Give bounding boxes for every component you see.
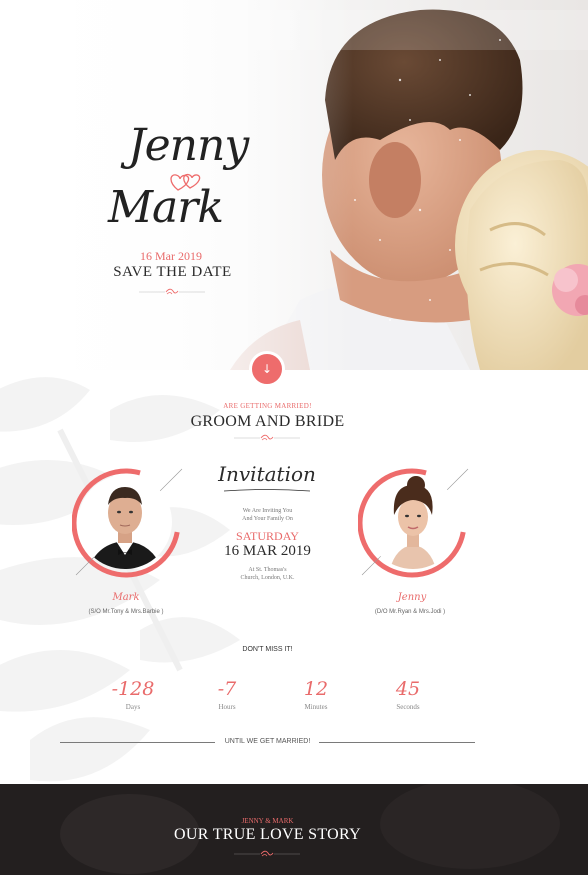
flourish-divider-icon xyxy=(234,434,300,441)
top-nav-bar xyxy=(0,10,588,50)
groom-portrait xyxy=(72,465,184,583)
flourish-divider-icon xyxy=(139,288,205,295)
countdown-days: -128 Days xyxy=(103,678,163,711)
countdown-value: -128 xyxy=(111,678,155,700)
hero-name-2: Mark xyxy=(108,182,224,233)
couple-kicker: ARE GETTING MARRIED! xyxy=(223,402,312,410)
flourish-divider-icon xyxy=(234,850,300,857)
bride-name: Jenny xyxy=(397,592,427,603)
invitation-date: 16 MAR 2019 xyxy=(224,543,311,559)
groom-parents: (S/O Mr.Tony & Mrs.Barbie ) xyxy=(88,609,164,615)
divider-line xyxy=(319,742,475,743)
hero-couple-photo xyxy=(0,0,588,370)
hero-section: Jenny Mark 16 Mar 2019 SAVE THE DATE xyxy=(0,0,588,370)
hero-date: 16 Mar 2019 xyxy=(140,249,202,263)
invitation-underline-icon xyxy=(223,489,311,492)
countdown-label: Hours xyxy=(218,703,236,711)
hero-name-1: Jenny xyxy=(128,120,249,171)
countdown-value: 45 xyxy=(395,678,421,700)
countdown-label: Minutes xyxy=(304,703,328,711)
countdown-minutes: 12 Minutes xyxy=(286,678,346,711)
countdown-hours: -7 Hours xyxy=(197,678,257,711)
story-title: OUR TRUE LOVE STORY xyxy=(174,826,361,843)
groom-name: Mark xyxy=(112,592,140,603)
countdown-label: Seconds xyxy=(396,703,420,711)
scroll-down-button[interactable]: ↓ xyxy=(249,351,285,387)
story-kicker: JENNY & MARK xyxy=(241,817,294,825)
countdown-value: -7 xyxy=(217,678,237,700)
invitation-venue-2: Church, London, U.K. xyxy=(240,575,295,581)
bride-parents: (D/O Mr.Ryan & Mrs.Jodi ) xyxy=(374,609,446,615)
couple-section-title: GROOM AND BRIDE xyxy=(190,413,345,430)
until-married-text: UNTIL WE GET MARRIED! xyxy=(224,738,311,745)
invitation-title: Invitation xyxy=(218,462,316,486)
divider-line xyxy=(60,742,215,743)
save-the-date-heading: SAVE THE DATE xyxy=(113,264,232,280)
invitation-day: SATURDAY xyxy=(236,529,299,543)
countdown-heading: DON'T MISS IT! xyxy=(242,646,293,653)
bride-photo xyxy=(366,475,460,569)
countdown-label: Days xyxy=(125,703,141,711)
invitation-line-2: And Your Family On xyxy=(242,516,293,522)
arrow-down-icon: ↓ xyxy=(261,362,273,376)
countdown-seconds: 45 Seconds xyxy=(378,678,438,711)
groom-photo xyxy=(78,475,172,569)
bride-portrait xyxy=(358,465,470,583)
countdown-value: 12 xyxy=(303,678,329,700)
